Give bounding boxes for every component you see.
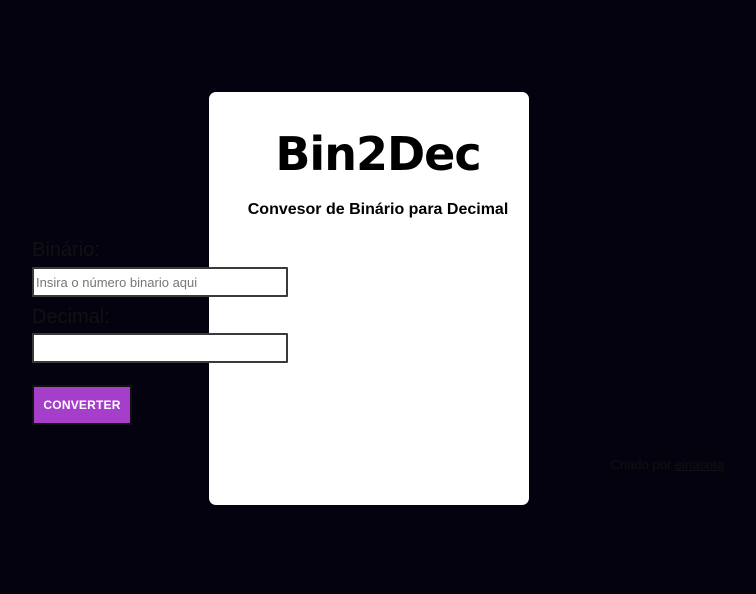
binario-label: Binário: [32, 239, 100, 261]
convert-button[interactable]: CONVERTER [32, 385, 132, 425]
decimal-label: Decimal: [32, 306, 110, 328]
binario-input[interactable] [32, 267, 288, 297]
decimal-output[interactable] [32, 333, 288, 363]
footer-prefix: Criado por [610, 457, 672, 472]
footer-credit: Criado por einasota [611, 457, 724, 473]
app-title: Bin2Dec [275, 127, 481, 181]
app-subtitle: Convesor de Binário para Decimal [247, 201, 509, 218]
author-link[interactable]: einasota [675, 457, 724, 472]
